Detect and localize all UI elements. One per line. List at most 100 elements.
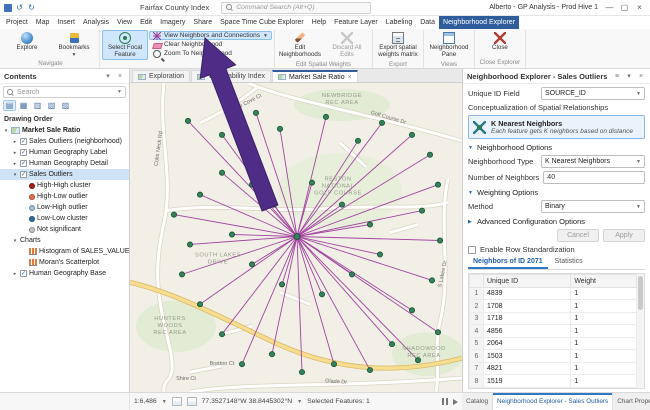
maximize-button[interactable]: ▢ — [617, 1, 632, 15]
table-row[interactable]: 748211 — [470, 362, 637, 375]
bottom-tab-catalog[interactable]: Catalog — [462, 393, 493, 410]
contents-item-sales-outliers[interactable]: ▾✓Sales Outliers — [0, 169, 129, 180]
map-scale-value[interactable]: 1:6,486 — [134, 398, 157, 405]
weighting-options-section[interactable]: ▼ Weighting Options — [468, 188, 645, 197]
unique-id-field-select[interactable]: SOURCE_ID ▼ — [541, 87, 645, 100]
method-select[interactable]: Binary ▼ — [541, 200, 645, 213]
clear-neighborhood-button[interactable]: Clear Neighborhood — [149, 40, 272, 49]
save-icon[interactable] — [3, 3, 12, 12]
knn-method-card[interactable]: K Nearest Neighbors Each feature gets K … — [468, 115, 645, 139]
map-tab-vulnerability-index[interactable]: Vulnerability Index — [191, 70, 271, 82]
grid-icon[interactable] — [187, 397, 197, 406]
pane-close-icon[interactable]: × — [115, 73, 125, 80]
redo-icon[interactable]: ↻ — [27, 3, 36, 12]
layer-checkbox[interactable]: ✓ — [20, 171, 27, 178]
panel-tab-neighbors-of-id-2071[interactable]: Neighbors of ID 2071 — [468, 257, 548, 269]
ribbon-tab-analysis[interactable]: Analysis — [79, 16, 113, 29]
map-tab-exploration[interactable]: Exploration — [132, 70, 190, 82]
cancel-button[interactable]: Cancel — [557, 229, 599, 242]
contents-item-low-high-outlier[interactable]: Low-High outlier — [0, 202, 129, 213]
ribbon-tab-feature-layer[interactable]: Feature Layer — [330, 16, 382, 29]
contents-item-high-high-cluster[interactable]: High-High cluster — [0, 180, 129, 191]
map-canvas[interactable]: NEWBRIDGEREC AREARESTONNATIONALGOLF COUR… — [130, 83, 462, 392]
ribbon-tab-edit[interactable]: Edit — [136, 16, 156, 29]
ribbon-tab-project[interactable]: Project — [2, 16, 32, 29]
map-tab-market-sale-ratio[interactable]: Market Sale Ratio× — [272, 70, 358, 82]
table-row[interactable]: 148391 — [470, 287, 637, 300]
layer-checkbox[interactable]: ✓ — [20, 138, 27, 145]
expander-icon[interactable]: ▸ — [12, 271, 18, 277]
table-scrollbar[interactable] — [637, 274, 644, 388]
expander-icon[interactable]: ▸ — [12, 150, 18, 156]
contents-item-sales-outliers-neighborhood[interactable]: ▸✓Sales Outliers (neighborhood) — [0, 136, 129, 147]
contents-item-moran-s-scatterplot[interactable]: Moran's Scatterplot — [0, 257, 129, 268]
contents-search-input[interactable]: Search ▼ — [3, 86, 126, 98]
explore-button[interactable]: Explore — [4, 30, 50, 59]
contents-item-low-low-cluster[interactable]: Low-Low cluster — [0, 213, 129, 224]
table-row[interactable]: 520641 — [470, 337, 637, 350]
contents-item-high-low-outlier[interactable]: High-Low outlier — [0, 191, 129, 202]
pause-drawing-icon[interactable] — [442, 398, 448, 405]
signed-in-user[interactable]: Alberto - GP Analysis - Prod Hive 1 — [489, 4, 598, 11]
undo-icon[interactable]: ↺ — [15, 3, 24, 12]
bottom-tab-chart-properties[interactable]: Chart Properties — [613, 393, 650, 410]
table-row[interactable]: 217081 — [470, 300, 637, 313]
contents-item-human-geography-label[interactable]: ▸✓Human Geography Label — [0, 147, 129, 158]
panel-tab-statistics[interactable]: Statistics — [550, 257, 588, 269]
coordinate-readout[interactable]: 77.3527148°W 38.8445302°N — [202, 398, 292, 405]
table-row[interactable]: 448561 — [470, 325, 637, 338]
contents-item-market-sale-ratio[interactable]: ▾Market Sale Ratio — [0, 125, 129, 136]
expander-icon[interactable]: ▾ — [12, 238, 18, 244]
spatial-reference-icon[interactable] — [172, 397, 182, 406]
close-tab-icon[interactable]: × — [348, 74, 352, 81]
table-header-unique-id[interactable]: Unique ID — [484, 275, 571, 288]
neighborhood-options-section[interactable]: ▼ Neighborhood Options — [468, 143, 645, 152]
table-row[interactable]: 317181 — [470, 312, 637, 325]
table-row[interactable]: 815191 — [470, 375, 637, 388]
advanced-options-section[interactable]: ▶ Advanced Configuration Options — [468, 217, 645, 226]
list-by-source-icon[interactable]: ▦ — [17, 100, 30, 111]
ribbon-tab-labeling[interactable]: Labeling — [382, 16, 416, 29]
ribbon-tab-help[interactable]: Help — [308, 16, 330, 29]
zoom-to-neighborhood-button[interactable]: Zoom To Neighborhood — [149, 49, 272, 58]
command-search-input[interactable]: Command Search (Alt+Q) — [221, 2, 371, 14]
contents-item-human-geography-detail[interactable]: ▸✓Human Geography Detail — [0, 158, 129, 169]
bookmarks-button[interactable]: Bookmarks ▼ — [51, 30, 97, 59]
table-row[interactable]: 615031 — [470, 350, 637, 363]
list-by-editing-icon[interactable]: ▧ — [45, 100, 58, 111]
ribbon-tab-imagery[interactable]: Imagery — [156, 16, 189, 29]
ribbon-tab-map[interactable]: Map — [32, 16, 54, 29]
minimize-button[interactable]: — — [602, 1, 617, 15]
pane-options-icon[interactable]: ▾ — [624, 72, 634, 80]
layer-checkbox[interactable]: ✓ — [20, 270, 27, 277]
selected-features-count[interactable]: Selected Features: 1 — [307, 398, 370, 405]
contents-item-histogram-of-sales-value[interactable]: Histogram of SALES_VALUE — [0, 246, 129, 257]
export-spatial-weights-button[interactable]: Export spatial weights matrix — [375, 30, 421, 60]
table-header-weight[interactable]: Weight — [571, 275, 637, 288]
neighborhood-type-select[interactable]: K Nearest Neighbors ▼ — [541, 155, 645, 168]
list-by-snapping-icon[interactable]: ▨ — [59, 100, 72, 111]
layer-checkbox[interactable]: ✓ — [20, 160, 27, 167]
list-by-selection-icon[interactable]: ▥ — [31, 100, 44, 111]
ribbon-tab-space-time-cube-explorer[interactable]: Space Time Cube Explorer — [216, 16, 308, 29]
layer-checkbox[interactable]: ✓ — [20, 149, 27, 156]
contents-item-human-geography-base[interactable]: ▸✓Human Geography Base — [0, 268, 129, 279]
expander-icon[interactable]: ▾ — [12, 172, 18, 178]
expander-icon[interactable]: ▸ — [12, 139, 18, 145]
apply-button[interactable]: Apply — [603, 229, 645, 242]
ribbon-tab-share[interactable]: Share — [189, 16, 216, 29]
pane-menu-icon[interactable]: ≡ — [612, 73, 622, 80]
pane-close-icon[interactable]: × — [636, 73, 646, 80]
pane-options-icon[interactable]: ▾ — [103, 72, 113, 80]
row-standardization-checkbox[interactable] — [468, 246, 476, 254]
number-of-neighbors-input[interactable]: 40 — [543, 171, 645, 184]
refresh-drawing-icon[interactable] — [453, 399, 458, 405]
ribbon-tab-view[interactable]: View — [113, 16, 136, 29]
expander-icon[interactable]: ▾ — [3, 128, 9, 134]
neighbors-table[interactable]: Unique IDWeight1483912170813171814485615… — [469, 274, 637, 388]
view-neighbors-connections-dropdown[interactable]: View Neighbors and Connections ▼ — [149, 31, 272, 40]
contents-item-not-significant[interactable]: Not significant — [0, 224, 129, 235]
close-explorer-button[interactable]: Close — [477, 30, 523, 58]
expander-icon[interactable]: ▸ — [12, 161, 18, 167]
discard-all-edits-button[interactable]: Discard All Edits — [324, 30, 370, 60]
